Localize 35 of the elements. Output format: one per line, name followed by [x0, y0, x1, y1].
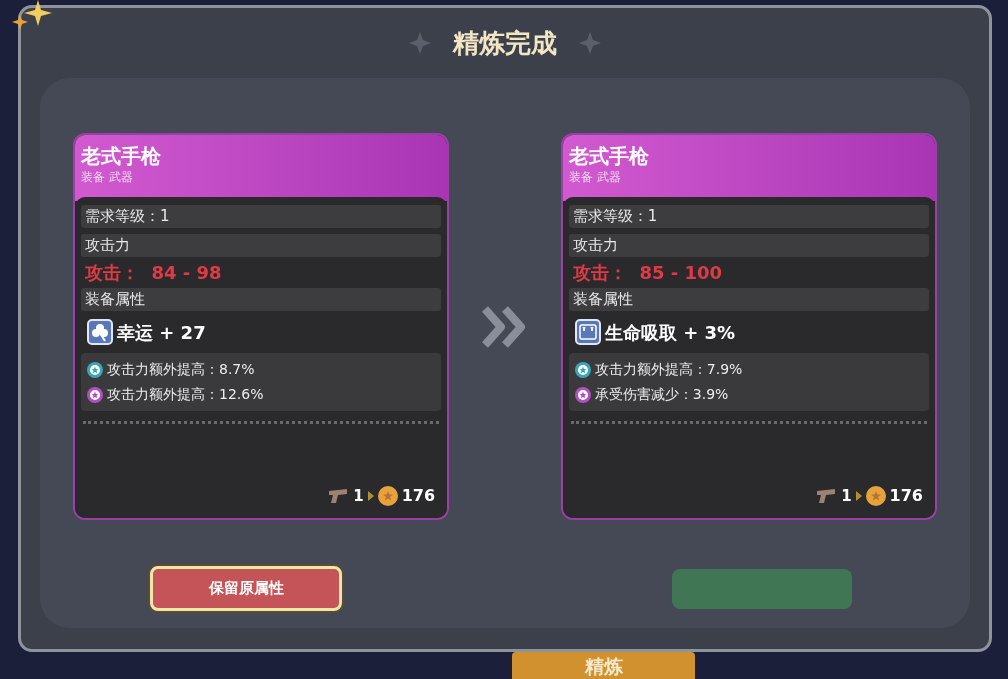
item-count: 1 [841, 485, 852, 507]
pistol-icon [815, 487, 838, 505]
bonus-text: 攻击力额外提高：7.9% [594, 360, 743, 379]
section-header: 攻击力 [568, 234, 929, 257]
section-header: 装备属性 [568, 288, 929, 311]
main-attribute: 幸运 + 27 [117, 320, 206, 345]
pistol-icon [327, 487, 350, 505]
keep-button[interactable]: 保留原属性 [150, 566, 342, 611]
price: 176 [889, 485, 923, 507]
attack-value: 攻击： 84 - 98 [84, 261, 223, 285]
item-name: 老式手枪 [568, 143, 649, 169]
confirm-button[interactable] [672, 568, 852, 609]
main-attribute: 生命吸取 + 3% [604, 320, 736, 345]
bonus-text: 攻击力额外提高：12.6% [107, 385, 264, 404]
level-row: 需求等级：1 [568, 205, 929, 228]
price: 176 [401, 485, 436, 507]
section-header: 装备属性 [81, 288, 442, 311]
item-name: 老式手枪 [81, 143, 161, 169]
item-count: 1 [353, 485, 364, 507]
bonus-text: 攻击力额外提高：8.7% [107, 360, 255, 379]
coin-icon [865, 486, 886, 506]
bottom-tab[interactable]: 精炼 [512, 652, 695, 679]
clover-icon [87, 319, 113, 345]
diamond-icon [409, 32, 431, 54]
dialog-title: 精炼完成 [453, 26, 557, 60]
item-type: 装备 武器 [81, 169, 133, 185]
pointer-icon [367, 491, 374, 501]
attack-value: 攻击： 85 - 100 [571, 261, 724, 285]
level-row: 需求等级：1 [81, 205, 442, 228]
diamond-icon [579, 32, 601, 54]
item-type: 装备 武器 [568, 169, 621, 185]
section-header: 攻击力 [81, 234, 442, 257]
coin-icon [377, 486, 398, 506]
bonus-text: 承受伤害减少：3.9% [594, 385, 729, 404]
pointer-icon [855, 491, 862, 501]
